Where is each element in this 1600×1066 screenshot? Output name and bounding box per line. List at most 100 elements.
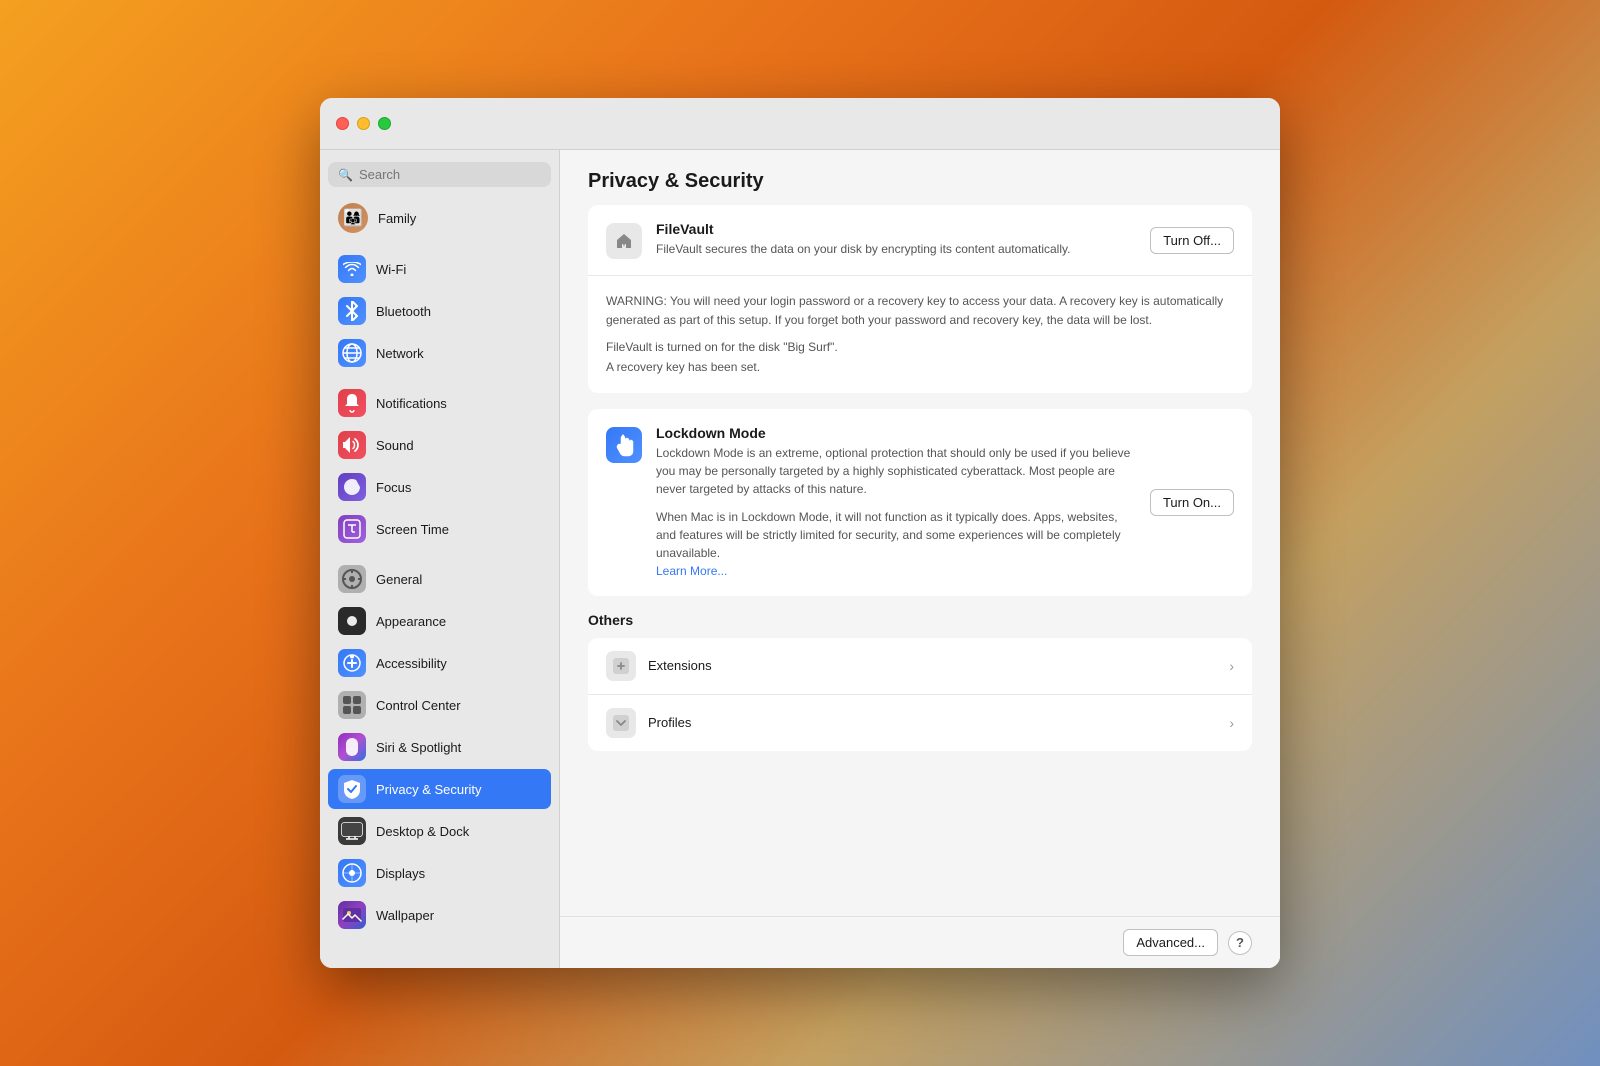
sidebar-item-label-accessibility: Accessibility (376, 656, 447, 671)
sidebar-item-desktop[interactable]: Desktop & Dock (328, 811, 551, 851)
filevault-action: Turn Off... (1150, 227, 1234, 254)
main-window: 🔍 👨‍👩‍👧 Family (320, 98, 1280, 968)
lockdown-learn-more-link[interactable]: Learn More... (656, 564, 727, 578)
lockdown-button[interactable]: Turn On... (1150, 489, 1234, 516)
sidebar-item-family[interactable]: 👨‍👩‍👧 Family (328, 199, 551, 237)
siri-icon (338, 733, 366, 761)
filevault-icon (606, 223, 642, 259)
sidebar-item-network[interactable]: Network (328, 333, 551, 373)
sound-icon (338, 431, 366, 459)
general-icon (338, 565, 366, 593)
sidebar-item-siri[interactable]: Siri & Spotlight (328, 727, 551, 767)
profiles-label: Profiles (648, 715, 1217, 730)
sidebar-item-general[interactable]: General (328, 559, 551, 599)
sidebar-item-label-screentime: Screen Time (376, 522, 449, 537)
sidebar-item-screentime[interactable]: Screen Time (328, 509, 551, 549)
extensions-label: Extensions (648, 658, 1217, 673)
others-list: Extensions › Profiles › (588, 638, 1252, 751)
bottom-bar: Advanced... ? (560, 916, 1280, 968)
lockdown-icon (606, 427, 642, 463)
sidebar-item-notifications[interactable]: Notifications (328, 383, 551, 423)
sidebar-item-controlcenter[interactable]: Control Center (328, 685, 551, 725)
lockdown-action: Turn On... (1150, 489, 1234, 516)
sidebar-item-label-focus: Focus (376, 480, 411, 495)
content-area: 🔍 👨‍👩‍👧 Family (320, 150, 1280, 968)
sidebar-item-label-sound: Sound (376, 438, 414, 453)
sidebar-item-label-appearance: Appearance (376, 614, 446, 629)
sidebar-item-label-wifi: Wi-Fi (376, 262, 406, 277)
sidebar-item-wifi[interactable]: Wi-Fi (328, 249, 551, 289)
sidebar-item-label-bluetooth: Bluetooth (376, 304, 431, 319)
filevault-card: FileVault FileVault secures the data on … (588, 205, 1252, 393)
sidebar-item-label-controlcenter: Control Center (376, 698, 461, 713)
profiles-icon (606, 708, 636, 738)
controlcenter-icon (338, 691, 366, 719)
sidebar-item-label-siri: Siri & Spotlight (376, 740, 461, 755)
privacy-icon (338, 775, 366, 803)
list-item-extensions[interactable]: Extensions › (588, 638, 1252, 695)
sidebar-item-wallpaper[interactable]: Wallpaper (328, 895, 551, 935)
sidebar-item-appearance[interactable]: Appearance (328, 601, 551, 641)
search-box[interactable]: 🔍 (328, 162, 551, 187)
main-scroll: FileVault FileVault secures the data on … (560, 205, 1280, 916)
lockdown-row: Lockdown Mode Lockdown Mode is an extrem… (606, 425, 1234, 580)
extensions-chevron: › (1229, 658, 1234, 674)
profiles-chevron: › (1229, 715, 1234, 731)
lockdown-text: Lockdown Mode Lockdown Mode is an extrem… (656, 425, 1136, 580)
others-section: Others Extensions › (588, 612, 1252, 751)
desktop-icon (338, 817, 366, 845)
page-title: Privacy & Security (588, 170, 1252, 193)
appearance-icon (338, 607, 366, 635)
main-content: Privacy & Security (560, 150, 1280, 968)
notifications-icon (338, 389, 366, 417)
sidebar-item-focus[interactable]: Focus (328, 467, 551, 507)
filevault-warning-section: WARNING: You will need your login passwo… (588, 276, 1252, 393)
sidebar-item-label-desktop: Desktop & Dock (376, 824, 469, 839)
advanced-button[interactable]: Advanced... (1123, 929, 1218, 956)
filevault-status-1: FileVault is turned on for the disk "Big… (606, 340, 838, 354)
bluetooth-icon (338, 297, 366, 325)
help-button[interactable]: ? (1228, 931, 1252, 955)
filevault-row: FileVault FileVault secures the data on … (606, 221, 1234, 259)
filevault-warning: WARNING: You will need your login passwo… (606, 292, 1234, 330)
filevault-section: FileVault FileVault secures the data on … (588, 205, 1252, 276)
search-input[interactable] (359, 167, 541, 182)
focus-icon (338, 473, 366, 501)
sidebar-item-bluetooth[interactable]: Bluetooth (328, 291, 551, 331)
sidebar: 🔍 👨‍👩‍👧 Family (320, 150, 560, 968)
title-bar (320, 98, 1280, 150)
filevault-title: FileVault (656, 221, 1136, 237)
lockdown-detail: When Mac is in Lockdown Mode, it will no… (656, 508, 1136, 562)
screentime-icon (338, 515, 366, 543)
others-heading: Others (588, 612, 1252, 628)
list-item-profiles[interactable]: Profiles › (588, 695, 1252, 751)
wifi-icon (338, 255, 366, 283)
maximize-button[interactable] (378, 117, 391, 130)
sidebar-item-label-general: General (376, 572, 422, 587)
search-icon: 🔍 (338, 168, 353, 182)
displays-icon (338, 859, 366, 887)
close-button[interactable] (336, 117, 349, 130)
filevault-status: FileVault is turned on for the disk "Big… (606, 338, 1234, 376)
sidebar-item-sound[interactable]: Sound (328, 425, 551, 465)
sidebar-item-privacy[interactable]: Privacy & Security (328, 769, 551, 809)
filevault-text: FileVault FileVault secures the data on … (656, 221, 1136, 258)
lockdown-card: Lockdown Mode Lockdown Mode is an extrem… (588, 409, 1252, 596)
lockdown-title: Lockdown Mode (656, 425, 1136, 441)
accessibility-icon (338, 649, 366, 677)
traffic-lights (336, 117, 391, 130)
filevault-button[interactable]: Turn Off... (1150, 227, 1234, 254)
lockdown-description: Lockdown Mode is an extreme, optional pr… (656, 444, 1136, 498)
sidebar-item-label-wallpaper: Wallpaper (376, 908, 434, 923)
filevault-status-2: A recovery key has been set. (606, 360, 760, 374)
sidebar-item-accessibility[interactable]: Accessibility (328, 643, 551, 683)
sidebar-item-displays[interactable]: Displays (328, 853, 551, 893)
filevault-description: FileVault secures the data on your disk … (656, 240, 1136, 258)
lockdown-section: Lockdown Mode Lockdown Mode is an extrem… (588, 409, 1252, 596)
sidebar-item-label-notifications: Notifications (376, 396, 447, 411)
minimize-button[interactable] (357, 117, 370, 130)
main-header: Privacy & Security (560, 150, 1280, 205)
sidebar-item-label-displays: Displays (376, 866, 425, 881)
extensions-icon (606, 651, 636, 681)
sidebar-item-label-network: Network (376, 346, 424, 361)
